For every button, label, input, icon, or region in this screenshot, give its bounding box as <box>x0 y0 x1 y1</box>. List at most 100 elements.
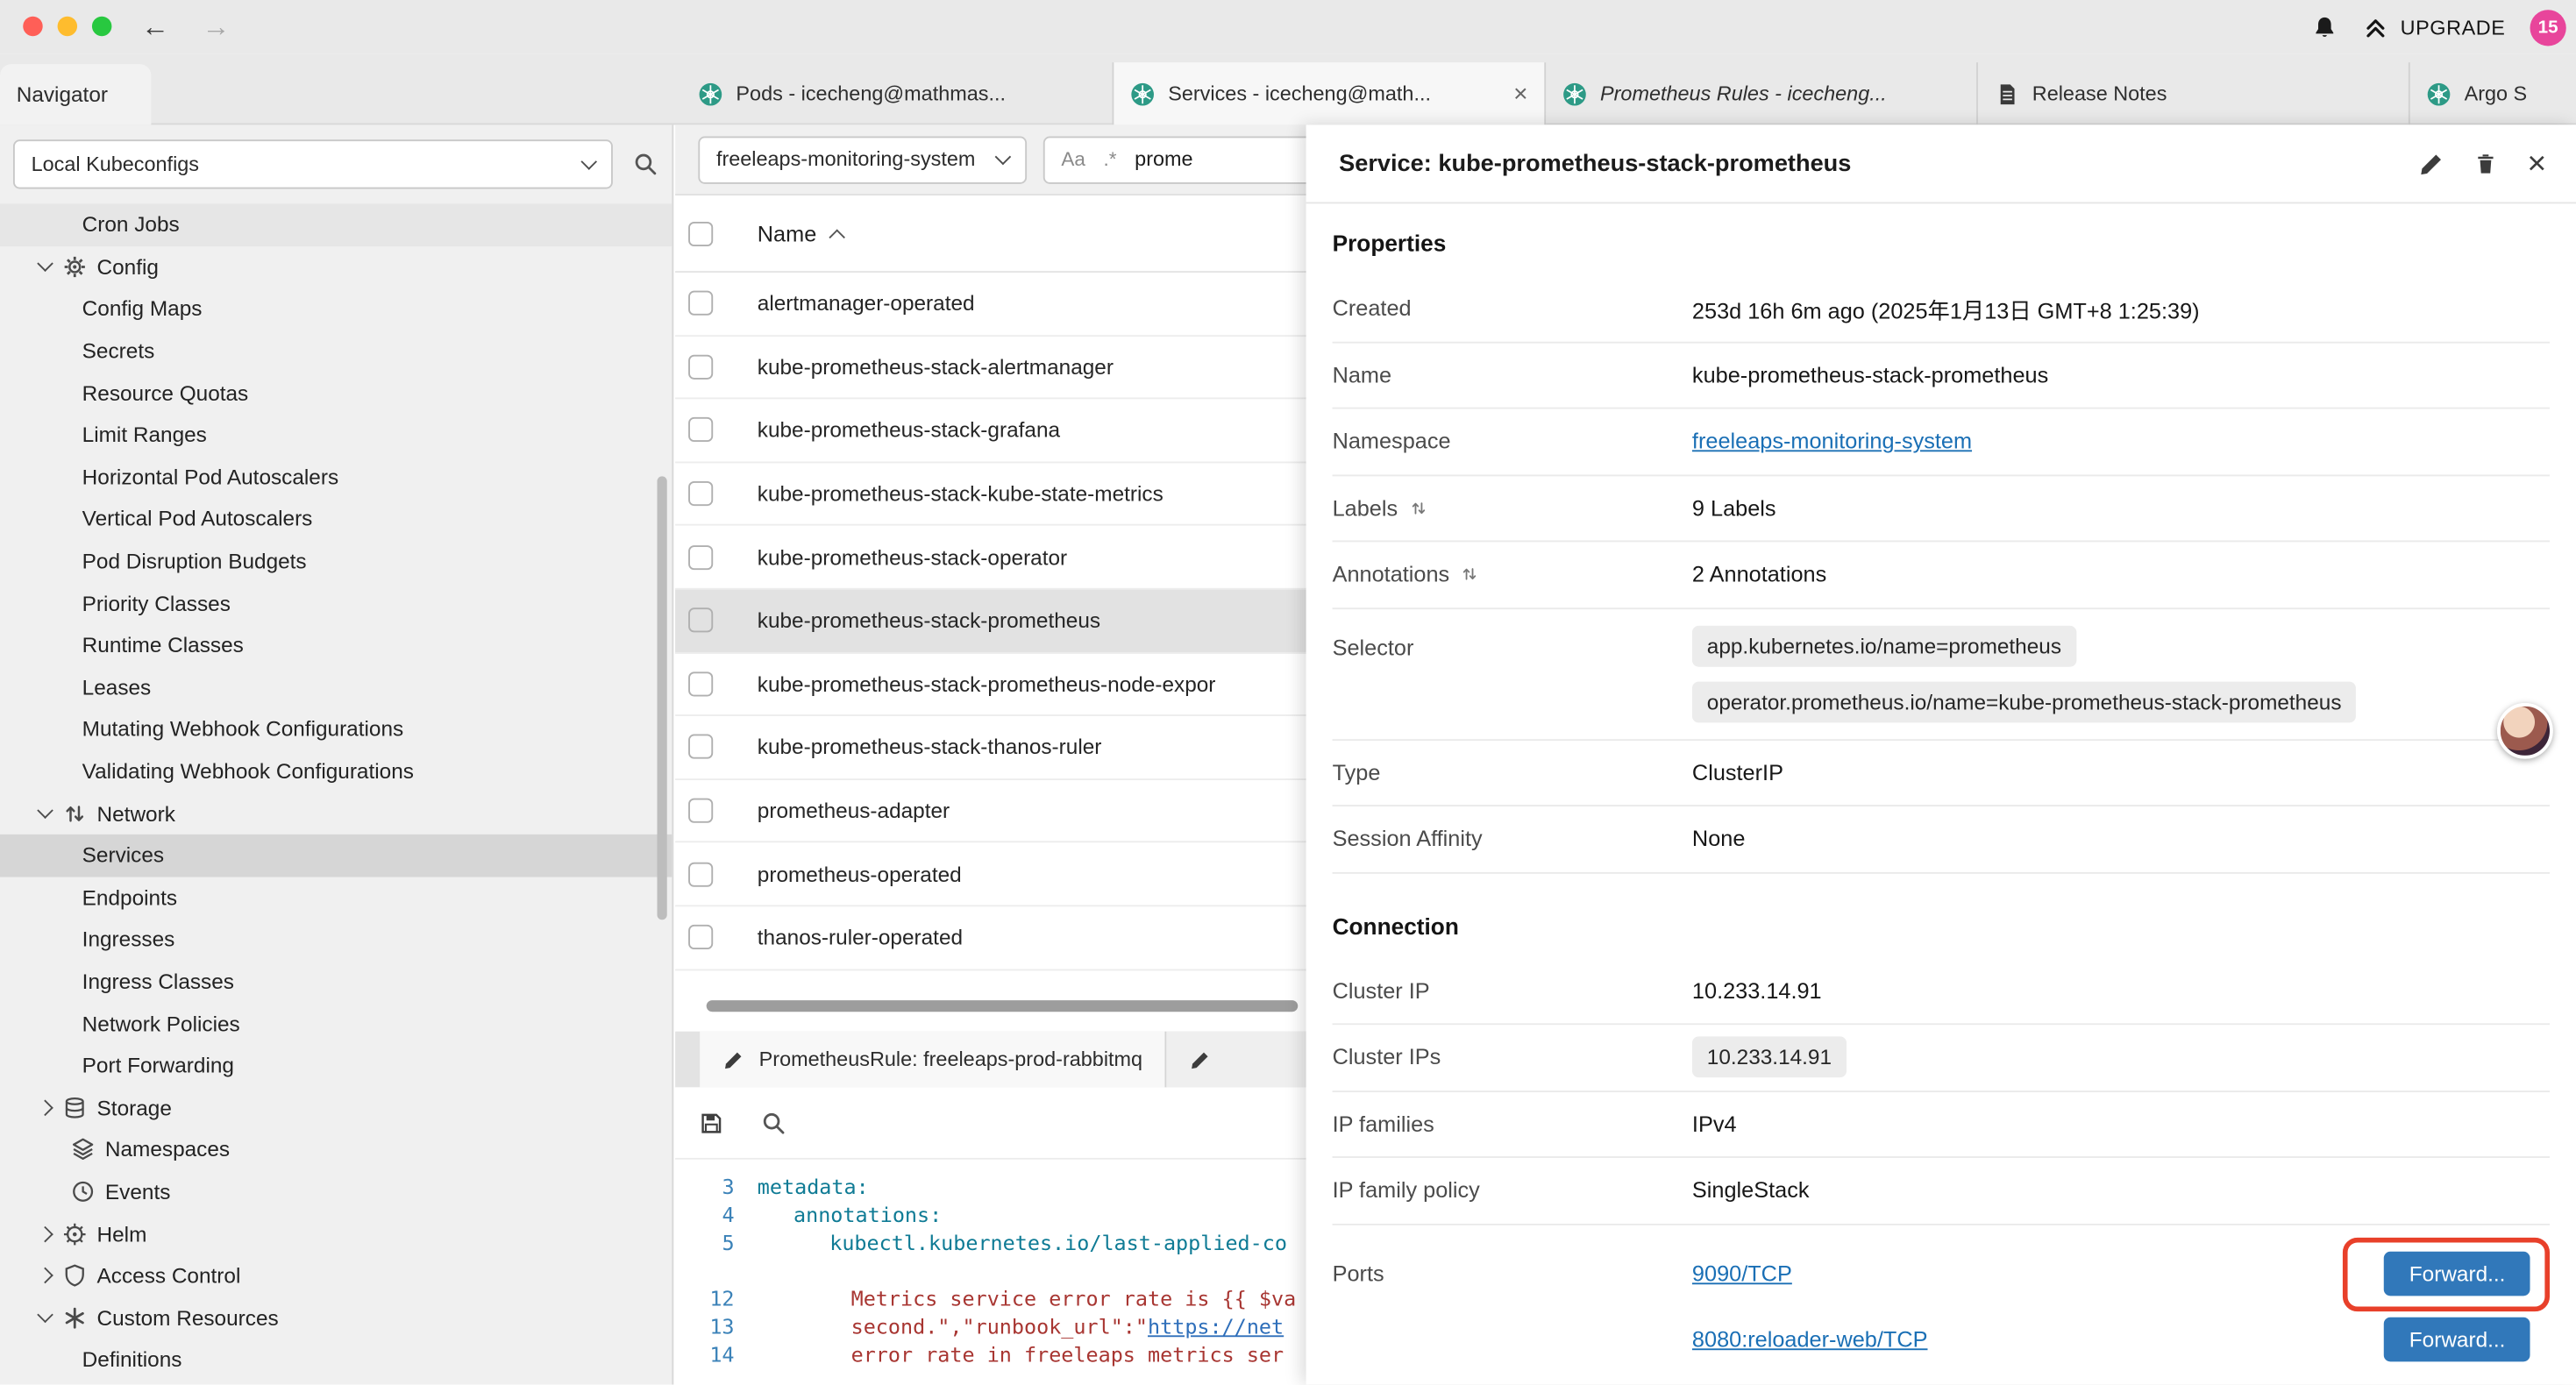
notification-count-badge[interactable]: 15 <box>2530 9 2566 45</box>
pencil-icon <box>1190 1048 1211 1069</box>
sidebar-item-endpoints[interactable]: Endpoints <box>0 877 672 919</box>
service-name: alertmanager-operated <box>758 291 975 316</box>
sidebar-item-vertical-pod-autoscalers[interactable]: Vertical Pod Autoscalers <box>0 498 672 540</box>
row-checkbox[interactable] <box>688 608 713 633</box>
name-column-header[interactable]: Name <box>758 221 843 245</box>
tab-argo[interactable]: Argo S <box>2410 62 2576 124</box>
row-checkbox[interactable] <box>688 799 713 823</box>
port-link[interactable]: 8080:reloader-web/TCP <box>1692 1327 1928 1352</box>
sidebar-item-runtime-classes[interactable]: Runtime Classes <box>0 624 672 666</box>
sidebar-item-ingresses[interactable]: Ingresses <box>0 919 672 961</box>
sidebar-item-port-forwarding[interactable]: Port Forwarding <box>0 1044 672 1086</box>
sidebar-item-resource-quotas[interactable]: Resource Quotas <box>0 372 672 414</box>
sidebar-item-limit-ranges[interactable]: Limit Ranges <box>0 414 672 456</box>
chevron-right-icon <box>37 1268 53 1284</box>
upgrade-button[interactable]: UPGRADE <box>2363 14 2506 40</box>
sidebar-item-mutating-webhook-configurations[interactable]: Mutating Webhook Configurations <box>0 708 672 750</box>
tab-pods[interactable]: Pods - icecheng@mathmas... <box>682 62 1114 124</box>
port-link[interactable]: 9090/TCP <box>1692 1261 1792 1286</box>
sidebar-item-priority-classes[interactable]: Priority Classes <box>0 582 672 624</box>
sidebar-item-config-maps[interactable]: Config Maps <box>0 288 672 330</box>
kubernetes-icon <box>2426 82 2451 106</box>
tab-services[interactable]: Services - icecheng@math... × <box>1114 62 1546 124</box>
row-checkbox[interactable] <box>688 671 713 696</box>
close-icon[interactable]: × <box>2527 147 2546 180</box>
annotations-count: 2 Annotations <box>1692 562 2550 586</box>
forward-button[interactable]: Forward... <box>2385 1252 2530 1296</box>
tab-label: Release Notes <box>2032 82 2392 105</box>
line-number: 13 <box>675 1312 758 1340</box>
yaml-string-part: second.","runbook_url":" <box>851 1314 1148 1339</box>
row-checkbox[interactable] <box>688 925 713 949</box>
sidebar-item-horizontal-pod-autoscalers[interactable]: Horizontal Pod Autoscalers <box>0 456 672 498</box>
row-checkbox[interactable] <box>688 544 713 569</box>
close-window-button[interactable] <box>23 17 42 36</box>
sidebar-item-network[interactable]: Network <box>0 792 672 835</box>
yaml-key: kubectl.kubernetes.io/last-applied-co <box>758 1229 1287 1257</box>
sidebar-item-access-control[interactable]: Access Control <box>0 1254 672 1296</box>
user-avatar[interactable] <box>2497 703 2553 759</box>
sidebar-item-namespaces[interactable]: Namespaces <box>0 1128 672 1170</box>
sidebar-item-label: Network <box>97 801 175 826</box>
sidebar-item-cron-jobs[interactable]: Cron Jobs <box>0 203 672 245</box>
delete-trash-icon[interactable] <box>2473 150 2500 176</box>
expand-toggle-icon[interactable] <box>1461 565 1479 584</box>
sidebar-item-events[interactable]: Events <box>0 1170 672 1212</box>
regex-toggle[interactable]: .* <box>1104 148 1117 171</box>
search-icon[interactable] <box>632 151 658 177</box>
service-name: kube-prometheus-stack-thanos-ruler <box>758 735 1102 759</box>
minimize-window-button[interactable] <box>58 17 77 36</box>
sidebar-item-ingress-classes[interactable]: Ingress Classes <box>0 961 672 1003</box>
forward-button[interactable]: → <box>202 11 230 43</box>
horizontal-scrollbar[interactable] <box>707 1000 1299 1012</box>
sidebar-item-network-policies[interactable]: Network Policies <box>0 1002 672 1044</box>
sidebar-item-secrets[interactable]: Secrets <box>0 330 672 372</box>
sidebar-item-helm[interactable]: Helm <box>0 1212 672 1254</box>
sidebar-item-config[interactable]: Config <box>0 245 672 288</box>
match-case-toggle[interactable]: Aa <box>1061 148 1085 171</box>
sidebar-item-definitions[interactable]: Definitions <box>0 1339 672 1381</box>
expand-toggle-icon[interactable] <box>1409 499 1427 517</box>
kubeconfig-select[interactable]: Local Kubeconfigs <box>13 139 613 188</box>
selector-badge: app.kubernetes.io/name=prometheus <box>1692 625 2076 666</box>
detail-label: Cluster IPs <box>1333 1045 1692 1069</box>
select-all-checkbox[interactable] <box>688 221 713 245</box>
sidebar-item-pod-disruption-budgets[interactable]: Pod Disruption Budgets <box>0 540 672 582</box>
row-checkbox[interactable] <box>688 291 713 316</box>
port-row: 9090/TCP Forward... <box>1692 1241 2550 1307</box>
sidebar-item-label: Access Control <box>97 1263 241 1288</box>
search-icon[interactable] <box>761 1110 787 1136</box>
detail-label: Type <box>1333 760 1692 785</box>
yaml-key: annotations: <box>758 1201 942 1229</box>
navigator-sidebar: Local Kubeconfigs Cron Jobs Config Confi… <box>0 124 673 1384</box>
namespace-link[interactable]: freeleaps-monitoring-system <box>1692 430 1972 454</box>
notifications-bell-icon[interactable] <box>2311 14 2338 40</box>
detail-label: Annotations <box>1333 562 1450 586</box>
row-checkbox[interactable] <box>688 355 713 380</box>
close-tab-icon[interactable]: × <box>1513 80 1527 108</box>
sidebar-item-label: Secrets <box>82 338 155 363</box>
forward-button[interactable]: Forward... <box>2385 1318 2530 1362</box>
row-checkbox[interactable] <box>688 862 713 886</box>
edit-pencil-icon[interactable] <box>2419 150 2445 176</box>
sidebar-item-services[interactable]: Services <box>0 835 672 877</box>
tab-release-notes[interactable]: Release Notes <box>1978 62 2410 124</box>
sidebar-item-custom-resources[interactable]: Custom Resources <box>0 1296 672 1339</box>
back-button[interactable]: ← <box>141 11 169 43</box>
detail-value: kube-prometheus-stack-prometheus <box>1692 363 2550 387</box>
sidebar-item-storage[interactable]: Storage <box>0 1086 672 1128</box>
row-checkbox[interactable] <box>688 481 713 506</box>
line-number: 4 <box>675 1201 758 1229</box>
pencil-icon <box>722 1048 744 1069</box>
sidebar-item-validating-webhook-configurations[interactable]: Validating Webhook Configurations <box>0 750 672 792</box>
save-icon[interactable] <box>698 1110 724 1136</box>
row-checkbox[interactable] <box>688 418 713 443</box>
maximize-window-button[interactable] <box>92 17 111 36</box>
tab-prometheus-rules[interactable]: Prometheus Rules - icecheng... <box>1546 62 1978 124</box>
namespace-select[interactable]: freeleaps-monitoring-system <box>698 136 1027 183</box>
dock-tab-prometheusrule[interactable]: PrometheusRule: freeleaps-prod-rabbitmq <box>700 1032 1167 1088</box>
detail-row-cluster-ip: Cluster IP 10.233.14.91 <box>1333 958 2550 1025</box>
sidebar-item-leases[interactable]: Leases <box>0 666 672 708</box>
sidebar-scrollbar[interactable] <box>657 476 666 920</box>
row-checkbox[interactable] <box>688 735 713 759</box>
